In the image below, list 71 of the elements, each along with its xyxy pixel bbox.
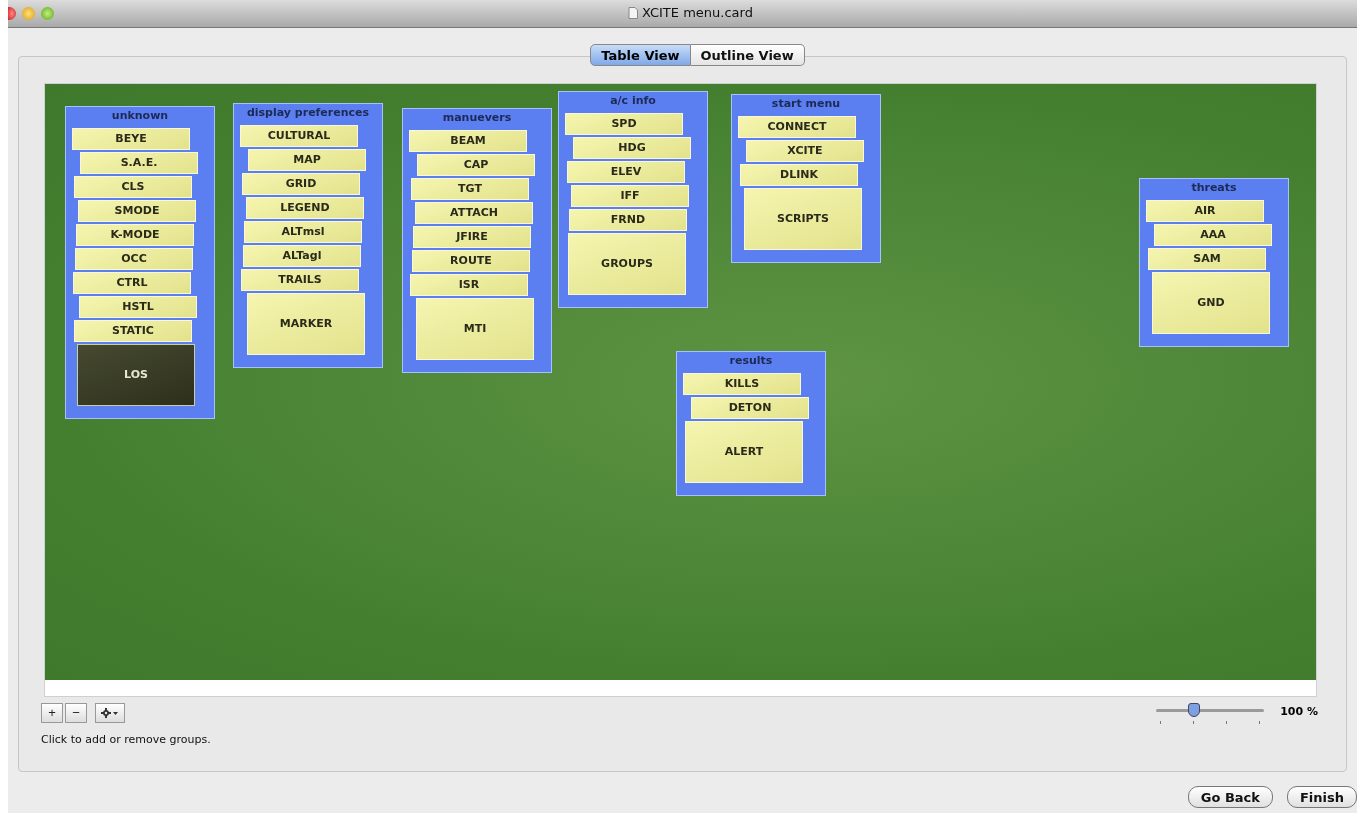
settings-icon — [101, 708, 119, 718]
remove-button[interactable]: − — [65, 703, 87, 723]
menu-card[interactable]: BEYE — [72, 128, 190, 150]
menu-card[interactable]: DLINK — [740, 164, 858, 186]
menu-card[interactable]: DETON — [691, 397, 809, 419]
menu-card[interactable]: CLS — [74, 176, 192, 198]
menu-card[interactable]: ALTmsl — [244, 221, 362, 243]
group-title: manuevers — [441, 110, 513, 126]
view-tab[interactable]: Outline View — [690, 44, 805, 66]
menu-card[interactable]: BEAM — [409, 130, 527, 152]
menu-card[interactable]: ALTagl — [243, 245, 361, 267]
menu-card[interactable]: SAM — [1148, 248, 1266, 270]
zoom-reading: 100 % — [1280, 705, 1318, 718]
menu-card[interactable]: ELEV — [567, 161, 685, 183]
menu-card[interactable]: CULTURAL — [240, 125, 358, 147]
zoom-slider[interactable] — [1156, 703, 1265, 725]
menu-card[interactable]: TRAILS — [241, 269, 359, 291]
menu-card[interactable]: FRND — [569, 209, 687, 231]
group-title: threats — [1190, 180, 1238, 196]
menu-card[interactable]: HDG — [573, 137, 691, 159]
menu-card[interactable]: STATIC — [74, 320, 192, 342]
group-panel[interactable]: a/c info SPD HDG ELEV IFF FRND GROUPS — [558, 91, 708, 308]
document-icon — [628, 6, 638, 19]
menu-card[interactable]: ATTACH — [415, 202, 533, 224]
window-title: XCITE menu.card — [642, 5, 753, 20]
hint-text: Click to add or remove groups. — [41, 733, 211, 746]
menu-card[interactable]: XCITE — [746, 140, 864, 162]
push-button[interactable]: Finish — [1286, 786, 1357, 808]
menu-card[interactable]: MAP — [248, 149, 366, 171]
menu-card[interactable]: ROUTE — [412, 250, 530, 272]
menu-card[interactable]: SMODE — [78, 200, 196, 222]
menu-card[interactable]: LOS — [77, 344, 195, 406]
menu-card[interactable]: JFIRE — [413, 226, 531, 248]
menu-card[interactable]: ISR — [410, 274, 528, 296]
add-button[interactable]: + — [41, 703, 63, 723]
menu-card[interactable]: OCC — [75, 248, 193, 270]
group-panel[interactable]: display preferences CULTURAL MAP GRID LEGEND ALTmsl ALTagl TRAILS MARKER — [233, 103, 383, 368]
group-panel[interactable]: threats AIR AAA SAM GND — [1139, 178, 1289, 347]
menu-card[interactable]: CONNECT — [738, 116, 856, 138]
group-panel[interactable]: start menu CONNECT XCITE DLINK SCRIPTS — [731, 94, 881, 263]
menu-card[interactable]: K-MODE — [76, 224, 194, 246]
menu-card[interactable]: S.A.E. — [80, 152, 198, 174]
group-panel[interactable]: manuevers BEAM CAP TGT ATTACH JFIRE ROUTE ISR MTI — [402, 108, 552, 373]
settings-button[interactable] — [95, 703, 125, 723]
group-title: display preferences — [245, 105, 371, 121]
menu-card[interactable]: SCRIPTS — [744, 188, 862, 250]
menu-card[interactable]: IFF — [571, 185, 689, 207]
close-icon[interactable] — [8, 7, 16, 20]
menu-card[interactable]: SPD — [565, 113, 683, 135]
menu-card[interactable]: ALERT — [685, 421, 803, 483]
menu-card[interactable]: GND — [1152, 272, 1270, 334]
group-title: results — [728, 353, 774, 369]
push-button[interactable]: Go Back — [1187, 786, 1273, 808]
group-title: unknown — [110, 108, 170, 124]
menu-card[interactable]: CAP — [417, 154, 535, 176]
menu-card[interactable]: HSTL — [79, 296, 197, 318]
group-panel[interactable]: results KILLS DETON ALERT — [676, 351, 826, 496]
menu-card[interactable]: CTRL — [73, 272, 191, 294]
menu-card[interactable]: AIR — [1146, 200, 1264, 222]
menu-card[interactable]: KILLS — [683, 373, 801, 395]
group-panel[interactable]: unknown BEYE S.A.E. CLS SMODE K-MODE OCC CTRL HSTL STATIC LOS — [65, 106, 215, 419]
menu-card[interactable]: MTI — [416, 298, 534, 360]
view-tab[interactable]: Table View — [590, 44, 691, 66]
group-title: start menu — [770, 96, 842, 112]
menu-card[interactable]: LEGEND — [246, 197, 364, 219]
menu-card[interactable]: TGT — [411, 178, 529, 200]
menu-card[interactable]: GRID — [242, 173, 360, 195]
menu-card[interactable]: MARKER — [247, 293, 365, 355]
menu-card[interactable]: AAA — [1154, 224, 1272, 246]
group-title: a/c info — [609, 93, 657, 109]
menu-card[interactable]: GROUPS — [568, 233, 686, 295]
